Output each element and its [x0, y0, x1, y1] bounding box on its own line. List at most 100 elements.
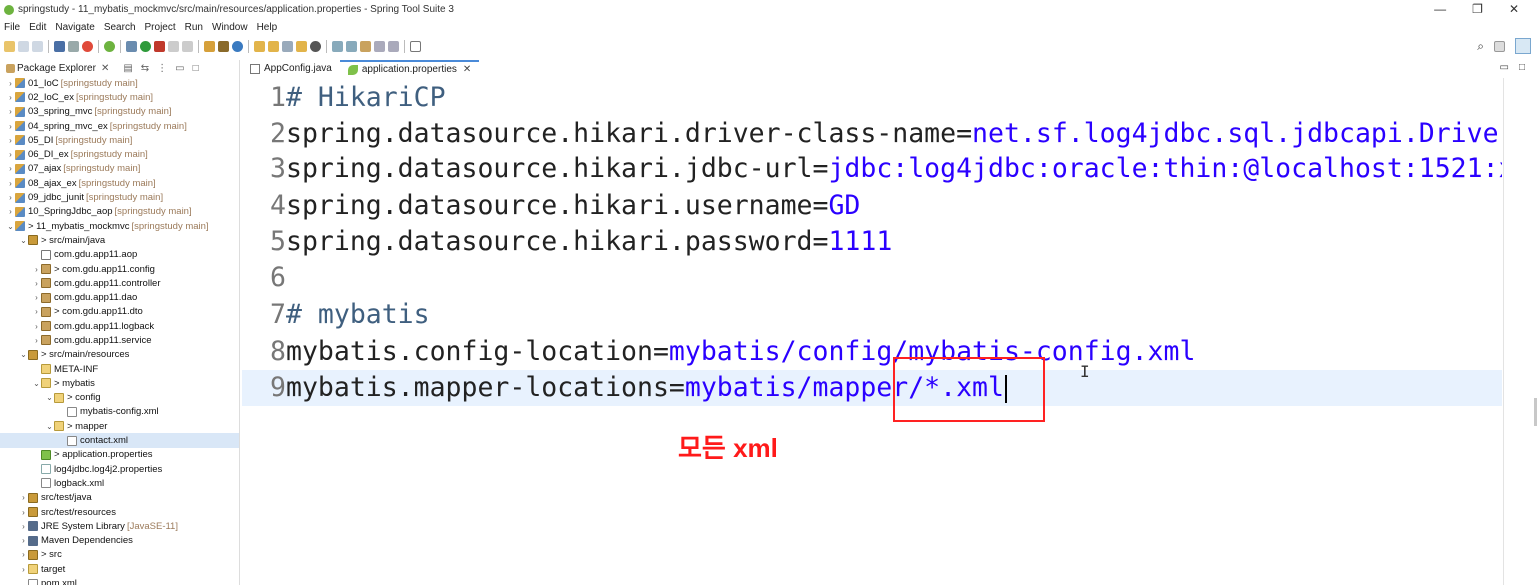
tree-item[interactable]: ⌄ > mapper — [0, 419, 239, 433]
tree-item[interactable]: › com.gdu.app11.controller — [0, 276, 239, 290]
close-button[interactable]: ✕ — [1509, 2, 1519, 16]
tree-item[interactable]: › > com.gdu.app11.dto — [0, 305, 239, 319]
last-edit-location-icon[interactable] — [360, 40, 371, 52]
tree-item[interactable]: ⌄ > config — [0, 391, 239, 405]
menu-project[interactable]: Project — [145, 22, 176, 33]
package-explorer-tab[interactable]: Package Explorer ✕ ▤ ⇆ ⋮ ▭ □ — [0, 60, 239, 76]
tree-item[interactable]: logback.xml — [0, 476, 239, 490]
save-icon[interactable] — [18, 40, 29, 52]
external-tools-icon[interactable] — [154, 40, 165, 52]
close-icon[interactable]: ✕ — [101, 63, 109, 74]
tree-item[interactable]: › > com.gdu.app11.config — [0, 262, 239, 276]
tree-item[interactable]: › JRE System Library [JavaSE-11] — [0, 519, 239, 533]
minimize-editor-icon[interactable]: ▭ — [1500, 62, 1509, 73]
new-java-project-icon[interactable] — [204, 40, 215, 52]
tree-item[interactable]: > application.properties — [0, 448, 239, 462]
expanded-arrow-icon[interactable]: ⌄ — [45, 422, 54, 431]
menu-help[interactable]: Help — [257, 22, 278, 33]
debug-icon[interactable] — [126, 40, 137, 52]
tree-item[interactable]: contact.xml — [0, 433, 239, 448]
menu-edit[interactable]: Edit — [29, 22, 46, 33]
code-line[interactable]: 6 — [242, 260, 1502, 296]
code-line[interactable]: 8mybatis.config-location=mybatis/config/… — [242, 334, 1502, 370]
minimize-view-icon[interactable]: ▭ — [175, 63, 184, 74]
tree-item[interactable]: ⌄ > src/main/java — [0, 233, 239, 247]
save-all-icon[interactable] — [32, 40, 43, 52]
editor-scrollbar[interactable] — [1503, 78, 1539, 585]
new-package-icon[interactable] — [218, 40, 229, 52]
tree-item[interactable]: › com.gdu.app11.service — [0, 333, 239, 347]
tree-item[interactable]: › 10_SpringJdbc_aop [springstudy main] — [0, 205, 239, 219]
mark-occurrences-icon[interactable] — [282, 40, 293, 52]
tree-item[interactable]: mybatis-config.xml — [0, 405, 239, 419]
minimize-button[interactable]: — — [1434, 2, 1446, 16]
collapsed-arrow-icon[interactable]: › — [6, 179, 15, 188]
collapsed-arrow-icon[interactable]: › — [32, 322, 41, 331]
collapsed-arrow-icon[interactable]: › — [32, 265, 41, 274]
menu-navigate[interactable]: Navigate — [55, 22, 94, 33]
forward-icon[interactable] — [388, 40, 399, 52]
tree-item[interactable]: › Maven Dependencies — [0, 534, 239, 548]
tree-item[interactable]: › > src — [0, 548, 239, 562]
tree-item[interactable]: META-INF — [0, 362, 239, 376]
previous-annotation-icon[interactable] — [346, 40, 357, 52]
collapsed-arrow-icon[interactable]: › — [6, 107, 15, 116]
new-icon[interactable] — [4, 40, 15, 52]
collapsed-arrow-icon[interactable]: › — [6, 193, 15, 202]
collapsed-arrow-icon[interactable]: › — [32, 307, 41, 316]
menu-window[interactable]: Window — [212, 22, 248, 33]
tree-item[interactable]: › 05_DI [springstudy main] — [0, 133, 239, 147]
filter-icon[interactable]: ⋮ — [157, 63, 167, 74]
collapsed-arrow-icon[interactable]: › — [32, 279, 41, 288]
new-class-icon[interactable] — [232, 40, 243, 52]
open-type-icon[interactable] — [254, 40, 265, 52]
close-icon[interactable]: ✕ — [463, 64, 471, 75]
back-icon[interactable] — [374, 40, 385, 52]
tree-item[interactable]: › com.gdu.app11.dao — [0, 290, 239, 304]
search-icon[interactable]: ⌕ — [1477, 39, 1484, 54]
collapsed-arrow-icon[interactable]: › — [19, 550, 28, 559]
collapsed-arrow-icon[interactable]: › — [6, 150, 15, 159]
tab-application-properties[interactable]: application.properties ✕ — [339, 60, 480, 77]
code-line[interactable]: 7# mybatis — [242, 297, 1502, 333]
search-toolbar-icon[interactable] — [310, 40, 321, 52]
code-line[interactable]: 3spring.datasource.hikari.jdbc-url=jdbc:… — [242, 151, 1502, 187]
code-line[interactable]: 4spring.datasource.hikari.username=GD — [242, 188, 1502, 224]
open-task-icon[interactable] — [296, 40, 307, 52]
open-resource-icon[interactable] — [268, 40, 279, 52]
code-line[interactable]: 9mybatis.mapper-locations=mybatis/mapper… — [242, 370, 1502, 406]
properties-editor[interactable]: 1# HikariCP 2spring.datasource.hikari.dri… — [242, 78, 1502, 585]
tree-item[interactable]: › com.gdu.app11.logback — [0, 319, 239, 333]
code-line[interactable]: 2spring.datasource.hikari.driver-class-n… — [242, 116, 1502, 152]
collapsed-arrow-icon[interactable]: › — [19, 493, 28, 502]
tree-item[interactable]: pom.xml — [0, 576, 239, 585]
tree-item[interactable]: ⌄ > mybatis — [0, 376, 239, 390]
tree-item[interactable]: › src/test/java — [0, 491, 239, 505]
collapsed-arrow-icon[interactable]: › — [6, 122, 15, 131]
maximize-editor-icon[interactable]: □ — [1519, 62, 1525, 73]
pin-editor-icon[interactable] — [410, 40, 421, 52]
scrollbar-thumb[interactable] — [1534, 398, 1537, 426]
collapsed-arrow-icon[interactable]: › — [6, 164, 15, 173]
collapsed-arrow-icon[interactable]: › — [6, 136, 15, 145]
code-line[interactable]: 1# HikariCP — [242, 80, 1502, 116]
maximize-view-icon[interactable]: □ — [193, 63, 199, 74]
tree-item[interactable]: › src/test/resources — [0, 505, 239, 519]
tree-item[interactable]: › 06_DI_ex [springstudy main] — [0, 147, 239, 161]
tree-item[interactable]: › 02_IoC_ex [springstudy main] — [0, 90, 239, 104]
tree-item[interactable]: › 08_ajax_ex [springstudy main] — [0, 176, 239, 190]
tree-item[interactable]: › 09_jdbc_junit [springstudy main] — [0, 190, 239, 204]
next-annotation-icon[interactable] — [332, 40, 343, 52]
tree-item[interactable]: ⌄ > 11_mybatis_mockmvc [springstudy main] — [0, 219, 239, 233]
run-icon[interactable] — [140, 40, 151, 52]
collapsed-arrow-icon[interactable]: › — [6, 79, 15, 88]
coverage-icon[interactable] — [168, 40, 179, 52]
collapsed-arrow-icon[interactable]: › — [32, 293, 41, 302]
tree-item[interactable]: log4jdbc.log4j2.properties — [0, 462, 239, 476]
code-line[interactable]: 5spring.datasource.hikari.password=1111 — [242, 224, 1502, 260]
tree-item[interactable]: com.gdu.app11.aop — [0, 248, 239, 262]
collapsed-arrow-icon[interactable]: › — [6, 207, 15, 216]
menu-search[interactable]: Search — [104, 22, 136, 33]
tree-item[interactable]: › 03_spring_mvc [springstudy main] — [0, 105, 239, 119]
stop-server-icon[interactable] — [82, 40, 93, 52]
